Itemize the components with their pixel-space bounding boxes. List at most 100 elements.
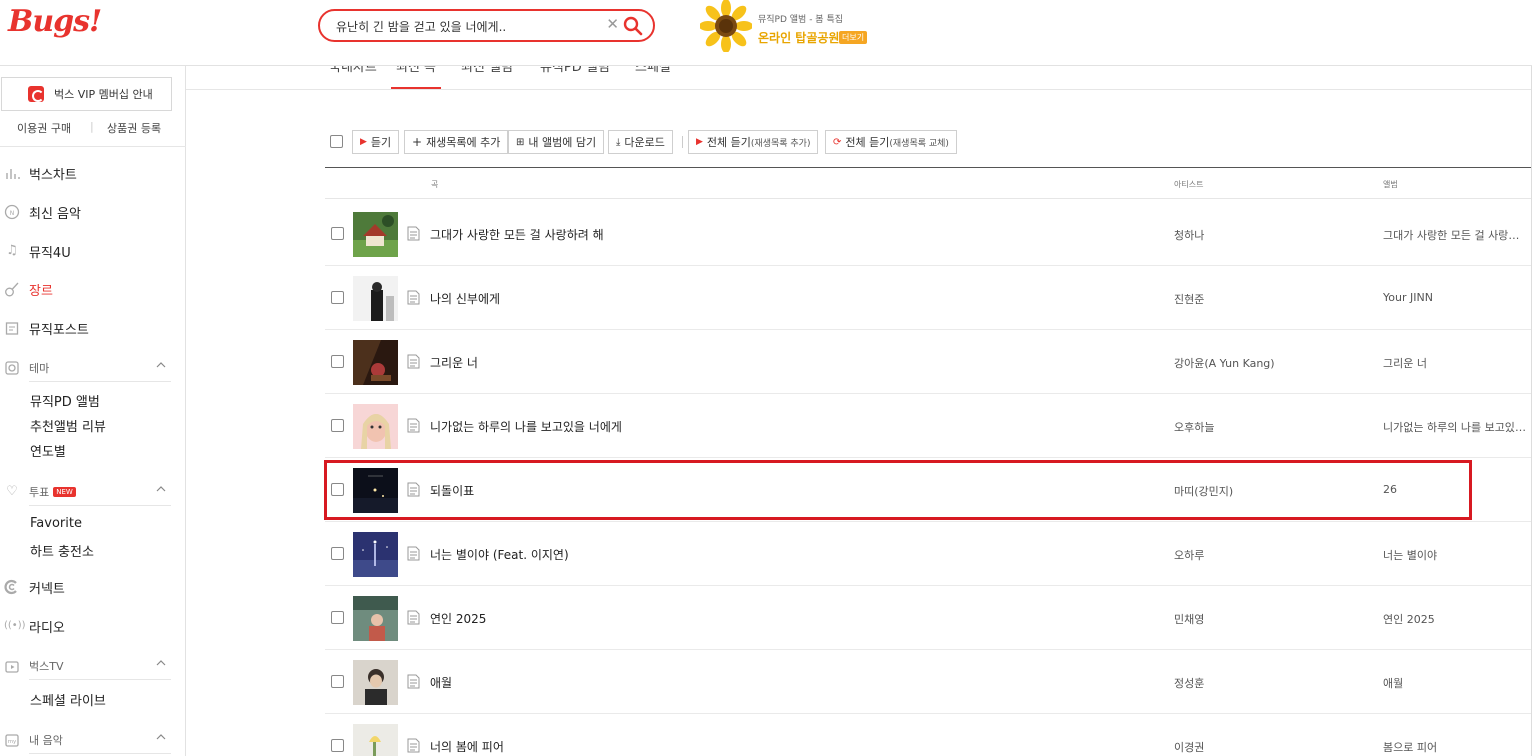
song-artist[interactable]: 마띠(강민지): [1174, 483, 1233, 499]
select-all-checkbox[interactable]: [330, 135, 343, 148]
song-album[interactable]: 그대가 사랑한 모든 걸 사랑하려 해: [1383, 227, 1528, 243]
sidebar-item-chart[interactable]: 벅스차트: [0, 161, 186, 185]
row-checkbox[interactable]: [331, 355, 344, 368]
clear-icon[interactable]: ✕: [606, 15, 619, 33]
chevron-up-icon[interactable]: [156, 360, 166, 370]
vip-icon: [28, 86, 44, 102]
lyrics-doc-icon[interactable]: [407, 482, 420, 497]
chevron-up-icon[interactable]: [156, 732, 166, 742]
sidebar-subitem-heart-charge[interactable]: 하트 충전소: [30, 541, 94, 560]
search-icon[interactable]: [623, 16, 643, 36]
sidebar-subitem-recommend-review[interactable]: 추천앨범 리뷰: [30, 416, 106, 435]
promo-more-badge[interactable]: 더보기: [839, 31, 868, 44]
album-art[interactable]: [353, 468, 398, 513]
sidebar: 벅스 VIP 멤버십 안내 이용권 구매 | 상품권 등록 벅스차트 N 최신 …: [0, 66, 186, 756]
search-box[interactable]: ✕: [318, 9, 655, 42]
song-album[interactable]: 26: [1383, 483, 1528, 496]
row-checkbox[interactable]: [331, 483, 344, 496]
album-art[interactable]: [353, 212, 398, 257]
table-row: 너의 봄에 피어 이경권 봄으로 피어: [325, 714, 1532, 756]
song-title[interactable]: 니가없는 하루의 나를 보고있을 너에게: [430, 418, 622, 435]
lyrics-doc-icon[interactable]: [407, 674, 420, 689]
register-voucher-link[interactable]: 상품권 등록: [107, 120, 161, 136]
song-artist[interactable]: 오후하늘: [1174, 419, 1214, 435]
sidebar-item-radio[interactable]: ((•)) 라디오: [0, 614, 186, 638]
lyrics-doc-icon[interactable]: [407, 354, 420, 369]
sidebar-item-connect[interactable]: 커넥트: [0, 575, 186, 599]
lyrics-doc-icon[interactable]: [407, 610, 420, 625]
song-title[interactable]: 연인 2025: [430, 610, 486, 627]
song-artist[interactable]: 정성훈: [1174, 675, 1204, 691]
sidebar-item-genre[interactable]: 장르: [0, 277, 186, 301]
lyrics-doc-icon[interactable]: [407, 290, 420, 305]
album-art[interactable]: [353, 276, 398, 321]
song-album[interactable]: Your JINN: [1383, 291, 1528, 304]
chevron-up-icon[interactable]: [156, 658, 166, 668]
sidebar-item-label: 최신 음악: [29, 206, 81, 222]
promo-title[interactable]: 온라인 탑골공원: [758, 29, 839, 46]
album-art[interactable]: [353, 660, 398, 705]
album-art[interactable]: [353, 404, 398, 449]
row-checkbox[interactable]: [331, 547, 344, 560]
album-art[interactable]: [353, 340, 398, 385]
album-art[interactable]: [353, 724, 398, 756]
song-title[interactable]: 그리운 너: [430, 354, 478, 371]
chevron-up-icon[interactable]: [156, 484, 166, 494]
lyrics-doc-icon[interactable]: [407, 546, 420, 561]
action-toolbar: ▶ 듣기 + 재생목록에 추가 ⊞ 내 앨범에 담기 ⤓ 다운로드 ▶ 전체 듣기 (재생목…: [330, 130, 1030, 154]
download-button[interactable]: ⤓ 다운로드: [608, 130, 673, 154]
sidebar-subitem-by-year[interactable]: 연도별: [30, 441, 66, 460]
sidebar-item-new-music[interactable]: N 최신 음악: [0, 200, 186, 224]
sidebar-section-my-music[interactable]: my 내 음악: [0, 728, 186, 752]
play-all-add-button[interactable]: ▶ 전체 듣기 (재생목록 추가): [688, 130, 819, 154]
sidebar-section-theme[interactable]: 테마: [0, 356, 186, 380]
row-checkbox[interactable]: [331, 611, 344, 624]
song-title[interactable]: 너는 별이야 (Feat. 이지연): [430, 546, 569, 563]
lyrics-doc-icon[interactable]: [407, 418, 420, 433]
listen-button[interactable]: ▶ 듣기: [352, 130, 400, 154]
song-artist[interactable]: 강아윤(A Yun Kang): [1174, 355, 1275, 371]
song-title[interactable]: 되돌이표: [430, 482, 474, 499]
row-checkbox[interactable]: [331, 739, 344, 752]
sidebar-section-vote[interactable]: ♡ 투표 NEW: [0, 480, 186, 504]
buy-pass-link[interactable]: 이용권 구매: [17, 120, 71, 136]
song-artist[interactable]: 진현준: [1174, 291, 1204, 307]
song-album[interactable]: 그리운 너: [1383, 355, 1528, 371]
song-album[interactable]: 너는 별이야: [1383, 547, 1528, 563]
song-title[interactable]: 그대가 사랑한 모든 걸 사랑하려 해: [430, 226, 604, 243]
song-artist[interactable]: 청하나: [1174, 227, 1204, 243]
sidebar-subitem-special-live[interactable]: 스페셜 라이브: [30, 690, 106, 709]
song-title[interactable]: 나의 신부에게: [430, 290, 500, 307]
add-to-playlist-button[interactable]: + 재생목록에 추가: [404, 130, 509, 154]
play-all-replace-button[interactable]: ⟳ 전체 듣기 (재생목록 교체): [825, 130, 957, 154]
sidebar-section-bugstv[interactable]: 벅스TV: [0, 654, 186, 678]
lyrics-doc-icon[interactable]: [407, 738, 420, 753]
theme-icon: [5, 361, 19, 375]
song-album[interactable]: 니가없는 하루의 나를 보고있을 너에게: [1383, 419, 1528, 435]
album-art[interactable]: [353, 596, 398, 641]
sidebar-subitem-musicpd-album[interactable]: 뮤직PD 앨범: [30, 391, 100, 410]
song-artist[interactable]: 이경권: [1174, 739, 1204, 755]
row-checkbox[interactable]: [331, 419, 344, 432]
lyrics-doc-icon[interactable]: [407, 226, 420, 241]
sidebar-item-music-post[interactable]: 뮤직포스트: [0, 316, 186, 340]
song-title[interactable]: 애월: [430, 674, 452, 691]
vip-label: 벅스 VIP 멤버십 안내: [54, 88, 153, 101]
row-checkbox[interactable]: [331, 675, 344, 688]
song-album[interactable]: 연인 2025: [1383, 611, 1528, 627]
song-artist[interactable]: 오하루: [1174, 547, 1204, 563]
song-artist[interactable]: 민채영: [1174, 611, 1204, 627]
song-album[interactable]: 봄으로 피어: [1383, 739, 1528, 755]
row-checkbox[interactable]: [331, 227, 344, 240]
sidebar-item-music4u[interactable]: ♫ 뮤직4U: [0, 239, 186, 263]
song-title[interactable]: 너의 봄에 피어: [430, 738, 504, 755]
bugs-logo[interactable]: Bugs!: [8, 4, 102, 39]
sidebar-section-label: 벅스TV: [29, 660, 64, 673]
sidebar-subitem-favorite[interactable]: Favorite: [30, 516, 82, 531]
album-art[interactable]: [353, 532, 398, 577]
row-checkbox[interactable]: [331, 291, 344, 304]
add-to-my-album-button[interactable]: ⊞ 내 앨범에 담기: [508, 130, 605, 154]
vip-membership-button[interactable]: 벅스 VIP 멤버십 안내: [1, 77, 172, 111]
search-input[interactable]: [336, 16, 606, 36]
song-album[interactable]: 애월: [1383, 675, 1528, 691]
